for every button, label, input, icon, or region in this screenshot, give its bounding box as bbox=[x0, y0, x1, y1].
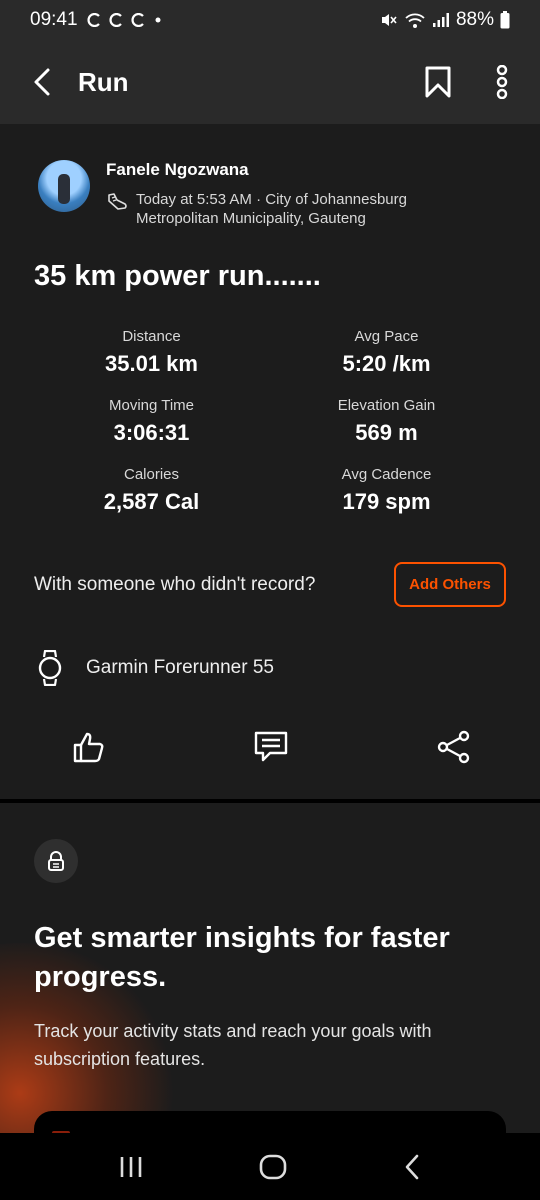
signal-icon bbox=[432, 13, 449, 27]
stat-value: 2,587 Cal bbox=[103, 489, 200, 514]
avatar[interactable] bbox=[38, 160, 90, 212]
stat-value: 5:20 /km bbox=[342, 351, 431, 376]
stat-distance: Distance 35.01 km bbox=[34, 328, 269, 377]
battery-icon bbox=[500, 11, 510, 29]
like-icon[interactable] bbox=[72, 730, 106, 764]
stat-label: Elevation Gain bbox=[337, 397, 436, 414]
system-nav-bar bbox=[0, 1133, 540, 1200]
bookmark-icon[interactable] bbox=[424, 66, 452, 98]
device-row: Garmin Forerunner 55 bbox=[38, 650, 274, 686]
stat-label: Moving Time bbox=[108, 397, 195, 414]
share-icon[interactable] bbox=[436, 730, 472, 764]
dot-icon bbox=[155, 17, 161, 23]
stat-avg-cadence: Avg Cadence 179 spm bbox=[269, 466, 504, 515]
stats-grid: Distance 35.01 km Avg Pace 5:20 /km Movi… bbox=[34, 328, 504, 515]
notification-icon bbox=[109, 13, 122, 27]
watch-icon bbox=[38, 650, 62, 686]
device-name: Garmin Forerunner 55 bbox=[86, 657, 274, 678]
home-icon[interactable] bbox=[259, 1153, 287, 1181]
athlete-header[interactable]: Fanele Ngozwana Today at 5:53 AM · City … bbox=[38, 160, 436, 228]
notification-icon bbox=[131, 13, 144, 27]
wifi-icon bbox=[405, 13, 425, 28]
social-actions bbox=[72, 730, 472, 764]
stat-calories: Calories 2,587 Cal bbox=[34, 466, 269, 515]
page-title: Run bbox=[78, 66, 129, 97]
stat-label: Avg Cadence bbox=[341, 466, 432, 483]
stat-value: 569 m bbox=[355, 420, 418, 445]
stat-label: Calories bbox=[123, 466, 180, 483]
stat-label: Avg Pace bbox=[354, 328, 419, 345]
stat-avg-pace: Avg Pace 5:20 /km bbox=[269, 328, 504, 377]
insights-body: Track your activity stats and reach your… bbox=[34, 1021, 432, 1069]
insights-upsell: Get smarter insights for faster progress… bbox=[0, 803, 540, 1133]
stat-elevation-gain: Elevation Gain 569 m bbox=[269, 397, 504, 446]
upsell-card[interactable] bbox=[34, 1111, 506, 1133]
recent-apps-icon[interactable] bbox=[118, 1155, 144, 1179]
lock-badge bbox=[34, 839, 78, 883]
stat-value: 3:06:31 bbox=[113, 420, 190, 445]
app-bar: Run bbox=[0, 40, 540, 124]
more-vertical-icon[interactable] bbox=[494, 65, 510, 99]
notification-icon bbox=[87, 13, 100, 27]
add-others-row: With someone who didn't record? Add Othe… bbox=[34, 562, 506, 607]
add-others-prompt: With someone who didn't record? bbox=[34, 573, 316, 595]
status-bar: 09:41 88% bbox=[0, 0, 540, 40]
mute-icon bbox=[381, 14, 397, 26]
battery-percent: 88% bbox=[455, 9, 494, 30]
stat-value: 35.01 km bbox=[105, 351, 198, 376]
activity-title: 35 km power run....... bbox=[34, 260, 321, 292]
back-icon[interactable] bbox=[402, 1153, 422, 1181]
activity-card: Fanele Ngozwana Today at 5:53 AM · City … bbox=[0, 124, 540, 799]
stat-label: Distance bbox=[122, 328, 181, 345]
add-others-button[interactable]: Add Others bbox=[394, 562, 506, 607]
activity-meta: Today at 5:53 AM · City of Johannesburg … bbox=[136, 191, 407, 227]
comment-icon[interactable] bbox=[253, 730, 289, 764]
stat-moving-time: Moving Time 3:06:31 bbox=[34, 397, 269, 446]
back-arrow-icon[interactable] bbox=[30, 67, 56, 97]
shoe-icon bbox=[108, 193, 127, 210]
stat-value: 179 spm bbox=[342, 489, 431, 514]
insights-heading: Get smarter insights for faster progress… bbox=[34, 922, 450, 993]
lock-icon bbox=[48, 851, 64, 871]
status-time: 09:41 bbox=[30, 9, 78, 30]
athlete-name[interactable]: Fanele Ngozwana bbox=[106, 160, 436, 180]
